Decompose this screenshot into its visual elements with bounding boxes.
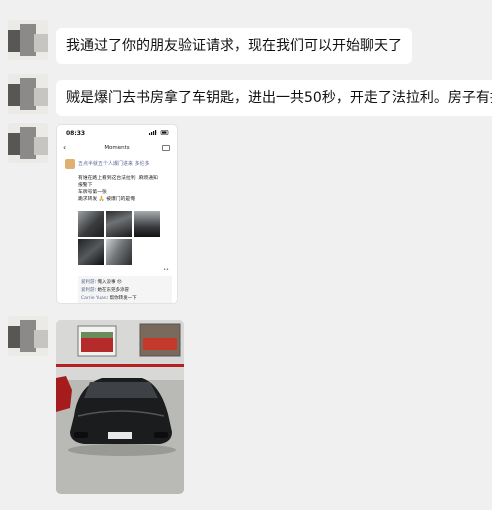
moments-title: Moments [104,145,130,151]
status-time: 08:33 [66,130,86,137]
post-comments: 爱利游: 俺入没事 😞 爱利游: 她在东莞多添冒 Carrie Yuan: 帮你… [78,276,172,303]
signal-battery-icon [149,130,169,135]
post-text-line: 有谁在路上看到这台法拉利 ‍‍‍‍ 麻烦通知 [78,176,158,181]
sender-avatar[interactable] [8,74,48,114]
post-photo-car [106,211,132,237]
ferrari-photo [56,320,184,494]
post-photo-car [78,211,104,237]
post-text-line: 报警下 [78,183,93,188]
moments-screenshot-image[interactable]: 08:33 ‹ Moments 五点半就五个人爆门进来 多伦多 有谁在路上看到这… [56,124,178,304]
phone-status-bar: 08:33 [66,130,169,138]
comment-text: 她在东莞多添冒 [97,288,129,293]
sender-avatar[interactable] [8,20,48,60]
sender-avatar[interactable] [8,316,48,356]
message-text: 贼是爆门去书房拿了车钥匙，进出一共50秒，开走了法拉利。房子有担 [66,90,492,106]
post-photo-car [106,239,132,265]
comment-text: 帮你转发一下 [109,296,137,301]
comment-row: 爱利游: 她在东莞多添冒 [81,288,129,293]
post-text: 有谁在路上看到这台法拉利 ‍‍‍‍ 麻烦通知 报警下 车牌号第一张 跪求转发 🙏… [78,175,174,203]
comment-author: Carrie Yuan [81,296,107,301]
sender-avatar[interactable] [8,123,48,163]
poster-avatar [65,159,75,169]
post-photo-car [78,239,104,265]
post-text-line: 车牌号第一张 [78,190,107,195]
comment-row: 爱利游: 俺入没事 😞 [81,280,122,285]
comment-row: Carrie Yuan: 帮你转发一下 [81,296,137,301]
chat-message-bubble[interactable]: 我通过了你的朋友验证请求，现在我们可以开始聊天了 [56,28,412,64]
comment-text: 俺入没事 😞 [97,280,122,285]
post-photo-car [134,211,160,237]
poster-name: 五点半就五个人爆门进来 多伦多 [78,161,150,167]
post-text-line: 跪求转发 🙏 被爆门的是俺 [78,197,135,202]
more-options-icon: •• [163,267,169,273]
car-photo-image[interactable] [56,320,184,494]
comment-author: 爱利游 [81,288,95,293]
moments-nav-bar: ‹ Moments [57,143,177,155]
message-text: 我通过了你的朋友验证请求，现在我们可以开始聊天了 [66,38,402,54]
chat-message-bubble[interactable]: 贼是爆门去书房拿了车钥匙，进出一共50秒，开走了法拉利。房子有担 [56,80,492,116]
camera-icon [162,145,170,151]
comment-author: 爱利游 [81,280,95,285]
